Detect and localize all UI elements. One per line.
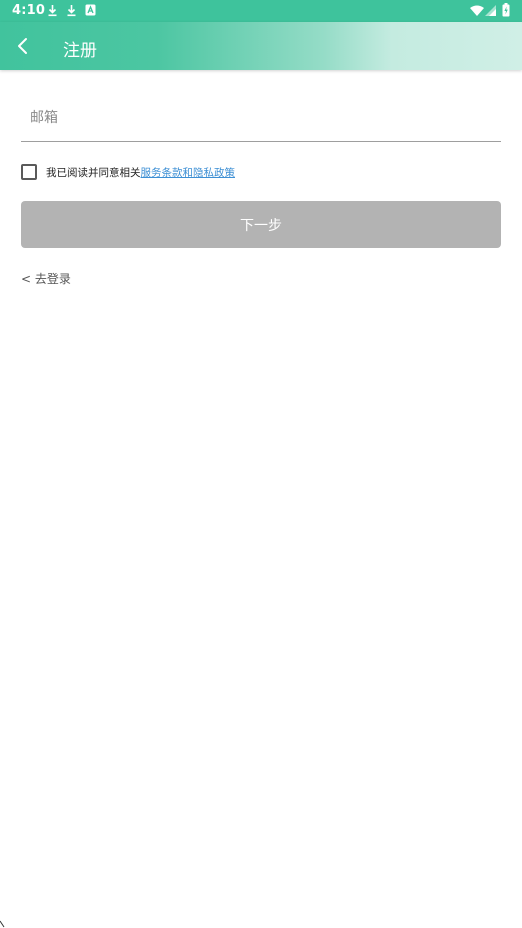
status-bar: 4:10	[0, 0, 522, 22]
next-button[interactable]: 下一步	[21, 201, 501, 248]
battery-charging-icon	[502, 3, 510, 17]
download-icon	[67, 5, 76, 17]
agree-label: 我已阅读并同意相关	[46, 166, 141, 179]
terms-privacy-link[interactable]: 服务条款和隐私政策	[141, 165, 236, 180]
app-toolbar: 注册	[0, 22, 522, 70]
back-button[interactable]	[13, 34, 35, 58]
agreement-row: 我已阅读并同意相关 服务条款和隐私政策	[21, 163, 235, 181]
next-button-label: 下一步	[240, 217, 282, 234]
download-icon	[48, 5, 57, 17]
email-input[interactable]	[21, 96, 501, 140]
status-time: 4:10	[12, 3, 46, 18]
chevron-left-icon	[18, 38, 27, 54]
corner-mark-icon	[0, 920, 5, 928]
go-login-link[interactable]: < 去登录	[21, 270, 71, 287]
cell-signal-icon	[485, 5, 496, 16]
text-notification-icon	[85, 4, 96, 16]
wifi-icon	[470, 5, 484, 16]
agree-checkbox[interactable]	[21, 164, 37, 180]
email-field-container	[21, 96, 501, 142]
page-title: 注册	[63, 41, 97, 61]
